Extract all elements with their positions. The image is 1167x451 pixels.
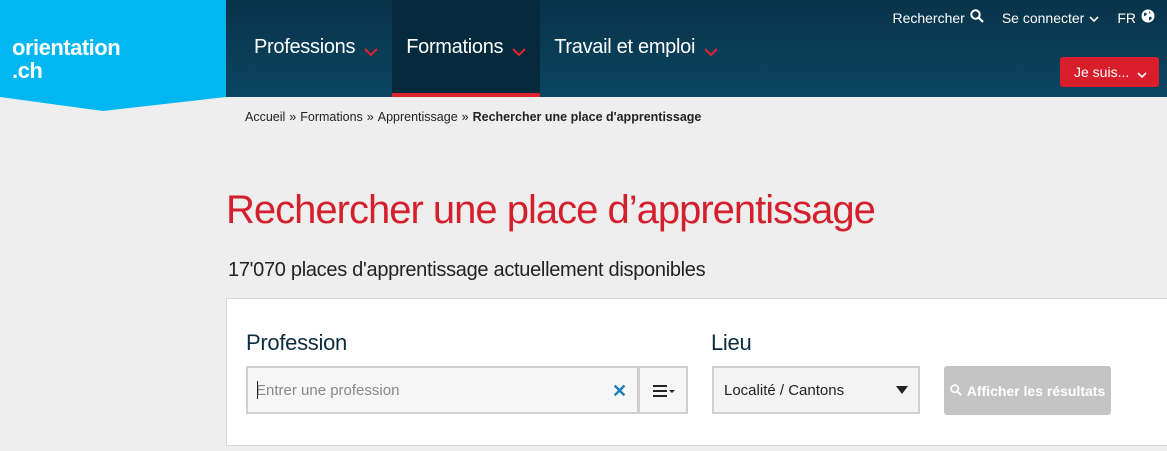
login-label: Se connecter xyxy=(1001,9,1085,26)
breadcrumb-separator: » xyxy=(366,110,374,124)
chevron-down-icon xyxy=(704,40,718,63)
breadcrumb-accueil[interactable]: Accueil xyxy=(245,110,285,124)
search-panel: Profession Lieu ✕ Localité / Cantons Aff… xyxy=(226,298,1167,446)
show-results-label: Afficher les résultats xyxy=(966,382,1106,399)
profession-label: Profession xyxy=(246,330,347,355)
utility-nav: Rechercher Se connecter FR xyxy=(892,9,1155,26)
logo-line-1: orientation xyxy=(12,35,121,60)
chevron-down-icon xyxy=(512,40,526,63)
breadcrumb-apprentissage[interactable]: Apprentissage xyxy=(378,110,458,124)
clear-icon[interactable]: ✕ xyxy=(612,381,627,402)
lieu-select-value: Localité / Cantons xyxy=(724,382,845,399)
chevron-down-icon xyxy=(1137,66,1147,82)
search-label: Rechercher xyxy=(892,9,965,26)
chevron-down-icon xyxy=(364,40,378,63)
profession-list-button[interactable] xyxy=(638,366,688,414)
language-switcher[interactable]: FR xyxy=(1117,9,1155,26)
globe-icon xyxy=(1141,9,1155,26)
caret-down-icon xyxy=(896,386,908,394)
search-icon xyxy=(950,383,962,399)
logo-line-2: .ch xyxy=(12,58,43,83)
profession-field: ✕ xyxy=(246,366,639,414)
page-title: Rechercher une place d’apprentissage xyxy=(226,188,876,232)
breadcrumb-formations[interactable]: Formations xyxy=(300,110,363,124)
main-nav: Professions Formations Travail et emploi xyxy=(240,0,732,97)
nav-formations[interactable]: Formations xyxy=(392,0,541,97)
nav-formations-label: Formations xyxy=(406,36,504,58)
show-results-button[interactable]: Afficher les résultats xyxy=(944,366,1111,415)
nav-professions[interactable]: Professions xyxy=(240,0,392,97)
search-icon xyxy=(970,9,984,26)
breadcrumb-separator: » xyxy=(461,110,469,124)
list-icon xyxy=(653,385,675,397)
page-subtitle: 17'070 places d'apprentissage actuelleme… xyxy=(228,259,706,281)
login-link[interactable]: Se connecter xyxy=(1002,10,1100,26)
je-suis-button[interactable]: Je suis... xyxy=(1060,57,1159,87)
nav-professions-label: Professions xyxy=(254,36,356,58)
breadcrumb: Accueil» Formations» Apprentissage» Recherc… xyxy=(245,110,701,124)
language-label: FR xyxy=(1117,9,1136,26)
profession-input[interactable] xyxy=(256,368,606,412)
breadcrumb-separator: » xyxy=(289,110,297,124)
nav-travail-label: Travail et emploi xyxy=(554,36,696,58)
nav-travail-emploi[interactable]: Travail et emploi xyxy=(540,0,732,97)
chevron-down-icon xyxy=(1089,10,1099,26)
search-link[interactable]: Rechercher xyxy=(892,9,984,26)
text-caret xyxy=(257,381,258,399)
je-suis-label: Je suis... xyxy=(1074,64,1130,80)
site-logo[interactable]: orientation .ch xyxy=(0,0,226,111)
lieu-select[interactable]: Localité / Cantons xyxy=(712,366,920,414)
breadcrumb-current: Rechercher une place d'apprentissage xyxy=(472,110,702,124)
lieu-label: Lieu xyxy=(711,330,752,355)
